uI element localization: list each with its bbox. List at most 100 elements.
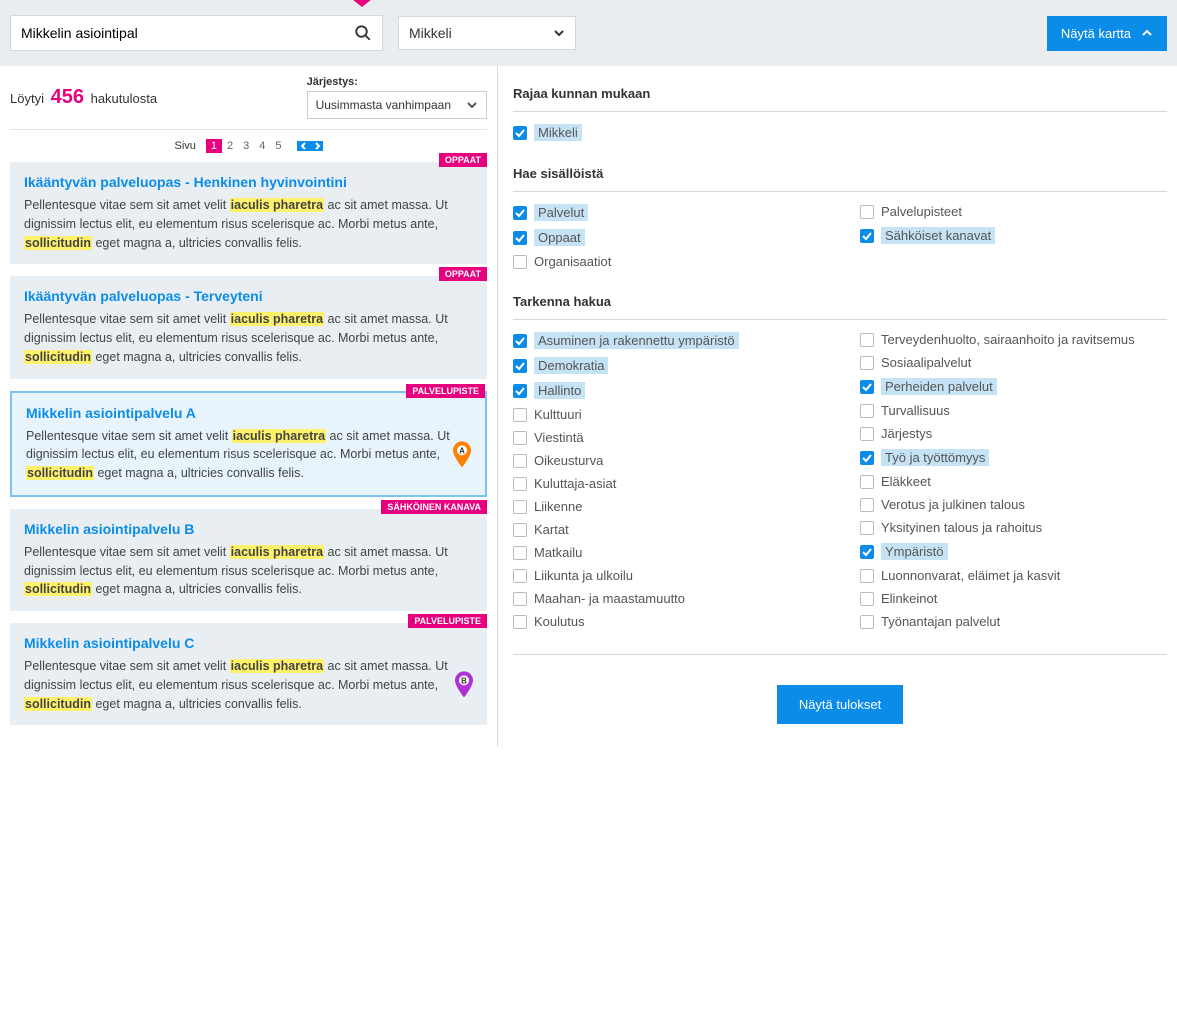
filter-checkbox-row[interactable]: Luonnonvarat, eläimet ja kasvit — [860, 568, 1167, 583]
checkbox[interactable] — [860, 205, 874, 219]
filter-checkbox-row[interactable]: Työ ja työttömyys — [860, 449, 1167, 466]
checkbox[interactable] — [513, 126, 527, 140]
filter-checkbox-row[interactable]: Yksityinen talous ja rahoitus — [860, 520, 1167, 535]
page-number[interactable]: 4 — [254, 139, 270, 153]
filter-refine-title: Tarkenna hakua — [513, 294, 1167, 320]
checkbox[interactable] — [513, 384, 527, 398]
checkbox[interactable] — [513, 592, 527, 606]
filter-checkbox-row[interactable]: Eläkkeet — [860, 474, 1167, 489]
checkbox[interactable] — [513, 255, 527, 269]
result-card[interactable]: OPPAATIkääntyvän palveluopas - Henkinen … — [10, 162, 487, 264]
sort-select[interactable]: Uusimmasta vanhimpaan — [307, 91, 487, 119]
filter-checkbox-row[interactable]: Palvelut — [513, 204, 820, 221]
filter-checkbox-row[interactable]: Matkailu — [513, 545, 820, 560]
checkbox-label: Asuminen ja rakennettu ympäristö — [534, 332, 739, 349]
checkbox[interactable] — [860, 229, 874, 243]
checkbox[interactable] — [513, 431, 527, 445]
checkbox[interactable] — [860, 615, 874, 629]
checkbox[interactable] — [513, 523, 527, 537]
checkbox[interactable] — [513, 206, 527, 220]
result-card[interactable]: PALVELUPISTEMikkelin asiointipalvelu CPe… — [10, 623, 487, 725]
filter-checkbox-row[interactable]: Elinkeinot — [860, 591, 1167, 606]
result-card[interactable]: SÄHKÖINEN KANAVAMikkelin asiointipalvelu… — [10, 509, 487, 611]
show-results-button[interactable]: Näytä tulokset — [777, 685, 903, 724]
filter-checkbox-row[interactable]: Järjestys — [860, 426, 1167, 441]
checkbox[interactable] — [513, 477, 527, 491]
checkbox[interactable] — [513, 359, 527, 373]
card-badge: OPPAAT — [439, 267, 487, 281]
card-text: Pellentesque vitae sem sit amet velit ia… — [24, 657, 473, 713]
search-box[interactable] — [10, 15, 383, 51]
page-number[interactable]: 2 — [222, 139, 238, 153]
filter-checkbox-row[interactable]: Verotus ja julkinen talous — [860, 497, 1167, 512]
filter-checkbox-row[interactable]: Terveydenhuolto, sairaanhoito ja ravitse… — [860, 332, 1167, 347]
checkbox-label: Hallinto — [534, 382, 585, 399]
card-badge: PALVELUPISTE — [406, 384, 485, 398]
checkbox[interactable] — [513, 569, 527, 583]
filter-checkbox-row[interactable]: Hallinto — [513, 382, 820, 399]
filter-checkbox-row[interactable]: Maahan- ja maastamuutto — [513, 591, 820, 606]
municipality-select[interactable]: Mikkeli — [398, 16, 576, 50]
checkbox[interactable] — [860, 592, 874, 606]
page-number[interactable]: 5 — [270, 139, 286, 153]
checkbox-label: Liikunta ja ulkoilu — [534, 568, 633, 583]
search-input[interactable] — [21, 25, 354, 41]
checkbox[interactable] — [860, 356, 874, 370]
page-number[interactable]: 1 — [206, 139, 222, 153]
checkbox-label: Verotus ja julkinen talous — [881, 497, 1025, 512]
checkbox[interactable] — [860, 545, 874, 559]
filter-checkbox-row[interactable]: Turvallisuus — [860, 403, 1167, 418]
filter-checkbox-row[interactable]: Ympäristö — [860, 543, 1167, 560]
checkbox-label: Yksityinen talous ja rahoitus — [881, 520, 1042, 535]
checkbox[interactable] — [513, 500, 527, 514]
card-badge: PALVELUPISTE — [408, 614, 487, 628]
filter-checkbox-row[interactable]: Organisaatiot — [513, 254, 820, 269]
sort-label: Järjestys: — [307, 76, 487, 88]
checkbox[interactable] — [860, 498, 874, 512]
checkbox[interactable] — [860, 521, 874, 535]
filter-checkbox-row[interactable]: Sähköiset kanavat — [860, 227, 1167, 244]
checkbox-label: Elinkeinot — [881, 591, 937, 606]
filter-checkbox-row[interactable]: Demokratia — [513, 357, 820, 374]
page-prev[interactable] — [297, 141, 310, 151]
checkbox-label: Kartat — [534, 522, 569, 537]
checkbox[interactable] — [513, 546, 527, 560]
filter-checkbox-row[interactable]: Oppaat — [513, 229, 820, 246]
checkbox[interactable] — [860, 404, 874, 418]
checkbox[interactable] — [860, 380, 874, 394]
filter-checkbox-row[interactable]: Mikkeli — [513, 124, 582, 141]
page-number[interactable]: 3 — [238, 139, 254, 153]
filter-checkbox-row[interactable]: Koulutus — [513, 614, 820, 629]
checkbox[interactable] — [513, 231, 527, 245]
filter-checkbox-row[interactable]: Perheiden palvelut — [860, 378, 1167, 395]
filter-checkbox-row[interactable]: Oikeusturva — [513, 453, 820, 468]
page-next[interactable] — [310, 141, 323, 151]
filter-checkbox-row[interactable]: Sosiaalipalvelut — [860, 355, 1167, 370]
filter-checkbox-row[interactable]: Liikunta ja ulkoilu — [513, 568, 820, 583]
checkbox[interactable] — [860, 333, 874, 347]
filter-checkbox-row[interactable]: Kuluttaja-asiat — [513, 476, 820, 491]
result-card[interactable]: OPPAATIkääntyvän palveluopas - Terveyten… — [10, 276, 487, 378]
filter-checkbox-row[interactable]: Viestintä — [513, 430, 820, 445]
filter-checkbox-row[interactable]: Asuminen ja rakennettu ympäristö — [513, 332, 820, 349]
filter-checkbox-row[interactable]: Kulttuuri — [513, 407, 820, 422]
checkbox[interactable] — [860, 451, 874, 465]
card-text: Pellentesque vitae sem sit amet velit ia… — [24, 543, 473, 599]
filter-checkbox-row[interactable]: Palvelupisteet — [860, 204, 1167, 219]
checkbox[interactable] — [513, 615, 527, 629]
filter-checkbox-row[interactable]: Työnantajan palvelut — [860, 614, 1167, 629]
results-count: Löytyi 456 hakutulosta — [10, 86, 157, 109]
checkbox[interactable] — [860, 569, 874, 583]
result-card[interactable]: PALVELUPISTEMikkelin asiointipalvelu APe… — [10, 391, 487, 497]
checkbox[interactable] — [513, 408, 527, 422]
content: Löytyi 456 hakutulosta Järjestys: Uusimm… — [0, 66, 1177, 747]
checkbox[interactable] — [860, 475, 874, 489]
checkbox[interactable] — [513, 334, 527, 348]
checkbox[interactable] — [513, 454, 527, 468]
filter-checkbox-row[interactable]: Kartat — [513, 522, 820, 537]
map-pin-icon: B — [455, 672, 473, 698]
show-map-button[interactable]: Näytä kartta — [1047, 16, 1167, 51]
checkbox[interactable] — [860, 427, 874, 441]
filter-checkbox-row[interactable]: Liikenne — [513, 499, 820, 514]
search-icon[interactable] — [354, 24, 372, 42]
